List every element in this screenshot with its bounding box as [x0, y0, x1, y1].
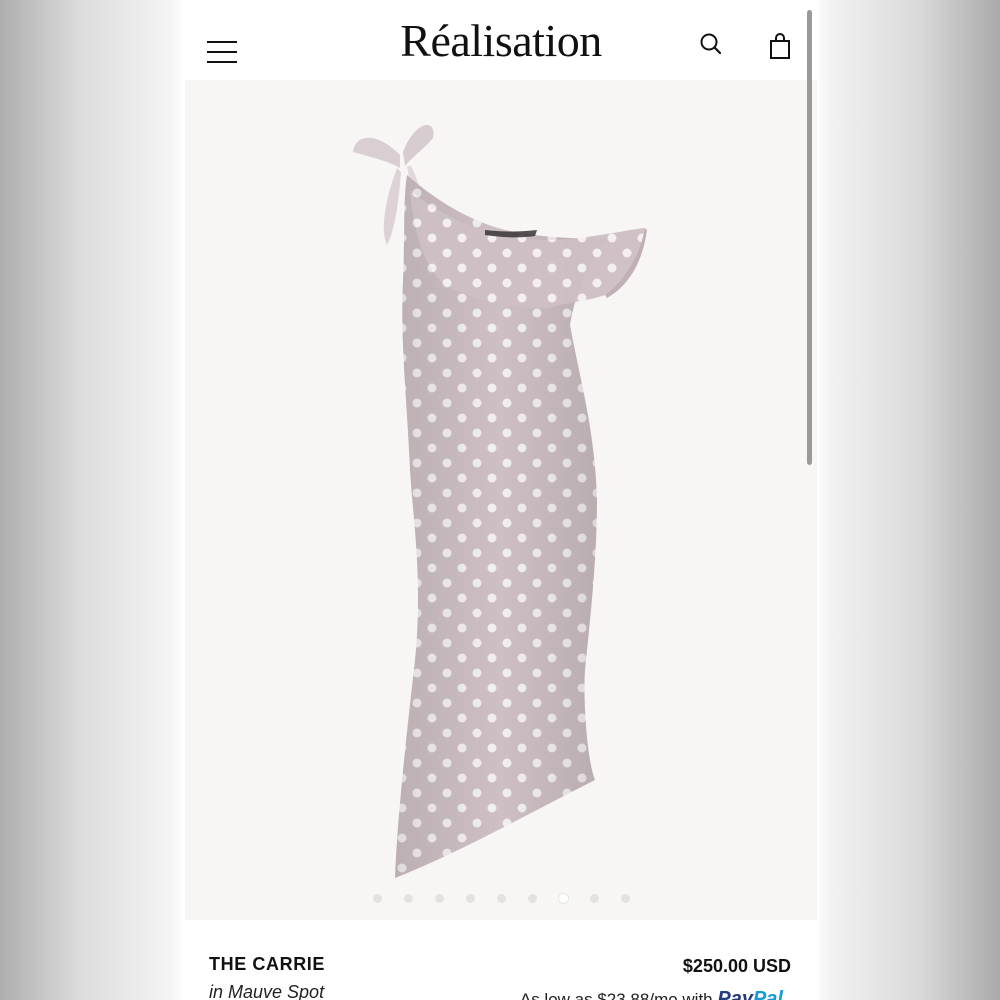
product-name: THE CARRIE: [209, 954, 326, 974]
search-icon: [700, 33, 722, 55]
carousel-dot[interactable]: [465, 894, 475, 903]
cart-button[interactable]: [767, 30, 797, 60]
carousel-dot[interactable]: [372, 894, 382, 903]
shopping-bag-icon: [770, 33, 790, 59]
carousel-dot-active[interactable]: [558, 894, 568, 903]
scrollbar[interactable]: [807, 10, 812, 465]
carousel-dot[interactable]: [527, 894, 537, 903]
carousel-dot[interactable]: [589, 894, 599, 903]
paypal-logo: PayPal: [717, 988, 783, 1000]
carousel-dot[interactable]: [496, 894, 506, 903]
product-info: THE CARRIE in Mauve Spot $250.00 USD As …: [185, 920, 817, 1000]
paypal-installment[interactable]: As low as $23.88/mo with PayPal: [520, 988, 783, 1000]
carousel-indicators: [185, 890, 817, 908]
product-price: $250.00 USD: [682, 956, 791, 976]
search-button[interactable]: [697, 30, 727, 60]
product-image-carousel[interactable]: [185, 80, 817, 920]
product-image: [353, 125, 647, 878]
product-variant: in Mauve Spot: [209, 982, 325, 1000]
site-header: Réalisation: [185, 0, 817, 80]
phone-viewport: Réalisation THE CARRIE in Mauve Spot $25…: [185, 0, 817, 1000]
carousel-dot[interactable]: [434, 894, 444, 903]
carousel-dot[interactable]: [403, 894, 413, 903]
installment-text: As low as $23.88/mo with: [519, 990, 713, 1000]
carousel-dot[interactable]: [620, 894, 630, 903]
